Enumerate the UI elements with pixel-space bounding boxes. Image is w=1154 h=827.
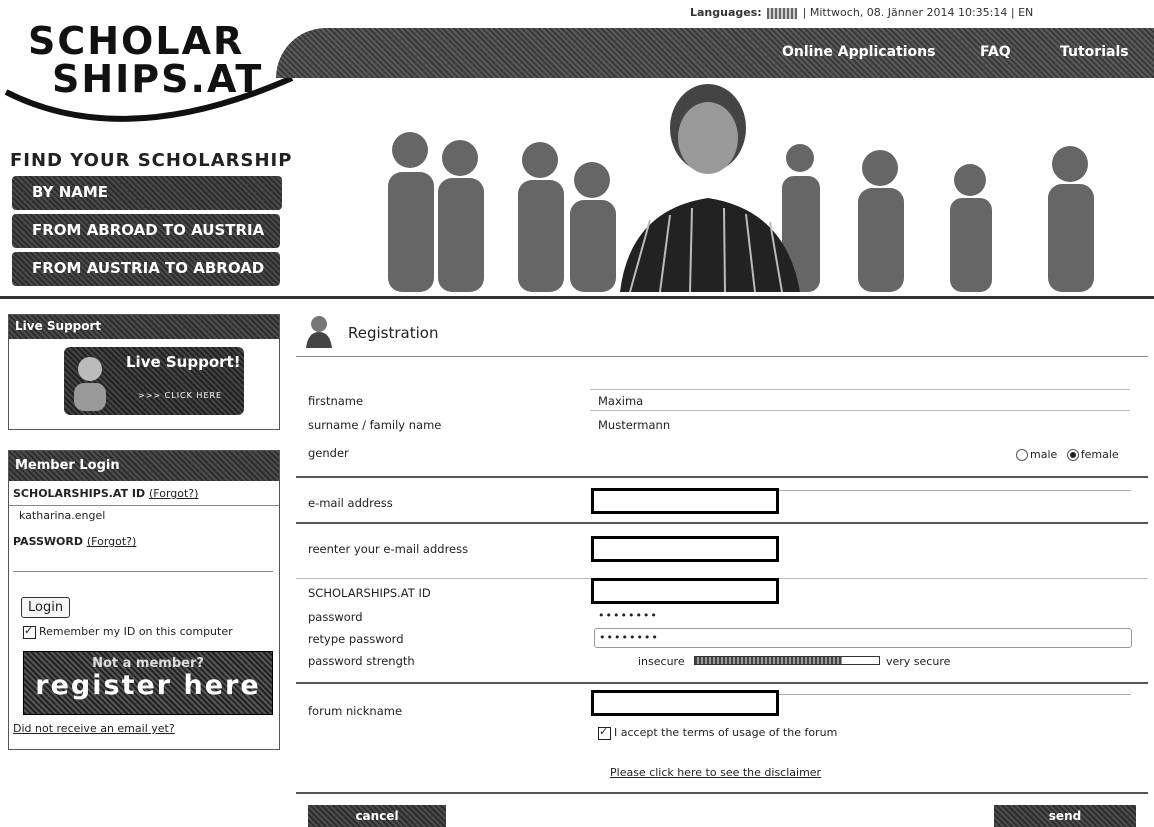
email-input[interactable] — [591, 488, 779, 514]
live-support-panel: Live Support Live Support! >>> CLICK HER… — [8, 314, 280, 430]
member-login-header: Member Login — [9, 451, 279, 481]
logo-line1: SCHOLAR — [28, 19, 245, 63]
live-support-banner-sub: >>> CLICK HERE — [138, 391, 223, 400]
forum-nickname-input[interactable] — [591, 690, 779, 716]
login-id-field[interactable]: katharina.engel — [19, 509, 105, 522]
remember-checkbox[interactable] — [23, 624, 36, 639]
no-email-link[interactable]: Did not receive an email yet? — [13, 722, 175, 735]
header-separator — [0, 296, 1154, 299]
gender-male-radio[interactable] — [1016, 449, 1028, 461]
remember-label: Remember my ID on this computer — [39, 625, 233, 638]
live-support-banner[interactable]: Live Support! >>> CLICK HERE — [64, 347, 244, 415]
send-button[interactable]: send — [994, 805, 1136, 827]
date-text: | Mittwoch, 08. Jänner 2014 10:35:14 | E… — [802, 6, 1034, 19]
nav-online-applications[interactable]: Online Applications — [782, 44, 935, 60]
live-support-header: Live Support — [9, 315, 279, 339]
header-band — [276, 28, 1154, 78]
register-here-text: register here — [35, 670, 261, 701]
password-strength-label: password strength — [308, 654, 415, 668]
retype-password-label: retype password — [308, 632, 404, 646]
firstname-label: firstname — [308, 394, 364, 408]
password-label: password — [308, 610, 363, 624]
login-button[interactable]: Login — [21, 597, 71, 618]
hero-people-image — [388, 84, 1094, 292]
registration-user-icon — [306, 316, 332, 348]
member-login-panel: Member Login SCHOLARSHIPS.AT ID (Forgot?… — [8, 450, 280, 750]
login-password-field[interactable] — [13, 555, 273, 572]
logo-swoosh-icon — [4, 75, 294, 122]
firstname-input[interactable]: Maxima — [598, 394, 643, 408]
topbar: Languages: | Mittwoch, 08. Jänner 2014 1… — [690, 6, 1033, 19]
gender-options: male female — [1016, 448, 1119, 461]
cancel-button[interactable]: cancel — [308, 805, 446, 827]
reenter-email-label: reenter your e-mail address — [308, 542, 469, 556]
scholarships-id-label: SCHOLARSHIPS.AT ID — [308, 586, 431, 600]
forgot-password-link[interactable]: (Forgot?) — [87, 535, 136, 548]
find-title: FIND YOUR SCHOLARSHIP — [10, 150, 293, 171]
support-person-icon — [74, 357, 106, 411]
nav-tutorials[interactable]: Tutorials — [1060, 44, 1129, 60]
login-id-label: SCHOLARSHIPS.AT ID (Forgot?) — [13, 487, 199, 500]
gender-female-radio[interactable] — [1066, 449, 1079, 461]
find-austria-to-abroad-button[interactable]: FROM AUSTRIA TO ABROAD — [12, 252, 280, 286]
gender-female-label: female — [1080, 448, 1119, 461]
retype-password-value: •••••••• — [599, 631, 659, 644]
password-strength-fill — [695, 657, 843, 664]
accept-terms-row[interactable]: I accept the terms of usage of the forum — [598, 725, 838, 740]
register-banner[interactable]: Not a member? register here — [23, 651, 273, 715]
scholarships-id-input[interactable] — [591, 578, 779, 604]
flag-icon[interactable] — [767, 7, 798, 19]
forum-nickname-label: forum nickname — [308, 704, 403, 718]
registration-title: Registration — [348, 324, 439, 342]
password-input[interactable]: •••••••• — [598, 609, 658, 622]
password-strength-bar — [694, 656, 880, 665]
disclaimer-link[interactable]: Please click here to see the disclaimer — [610, 766, 821, 779]
surname-input[interactable]: Mustermann — [598, 418, 670, 432]
strength-insecure-label: insecure — [638, 655, 685, 668]
accept-terms-checkbox[interactable] — [598, 725, 611, 740]
accept-terms-label: I accept the terms of usage of the forum — [614, 726, 838, 739]
strength-secure-label: very secure — [886, 655, 951, 668]
logo[interactable]: SCHOLAR SHIPS.AT — [4, 19, 294, 122]
find-by-name-button[interactable]: BY NAME — [12, 176, 282, 210]
remember-id-row[interactable]: Remember my ID on this computer — [23, 624, 233, 639]
login-password-label: PASSWORD (Forgot?) — [13, 535, 137, 548]
gender-male-label: male — [1030, 448, 1058, 461]
find-abroad-to-austria-button[interactable]: FROM ABROAD TO AUSTRIA — [12, 214, 280, 248]
live-support-banner-title: Live Support! — [126, 353, 241, 371]
reenter-email-input[interactable] — [591, 536, 779, 562]
retype-password-input[interactable]: •••••••• — [594, 628, 1132, 648]
surname-label: surname / family name — [308, 418, 442, 432]
languages-label: Languages: — [690, 6, 762, 19]
nav-faq[interactable]: FAQ — [980, 44, 1011, 60]
forgot-id-link[interactable]: (Forgot?) — [149, 487, 198, 500]
email-label: e-mail address — [308, 496, 393, 510]
not-member-text: Not a member? — [92, 656, 204, 671]
gender-label: gender — [308, 446, 349, 460]
